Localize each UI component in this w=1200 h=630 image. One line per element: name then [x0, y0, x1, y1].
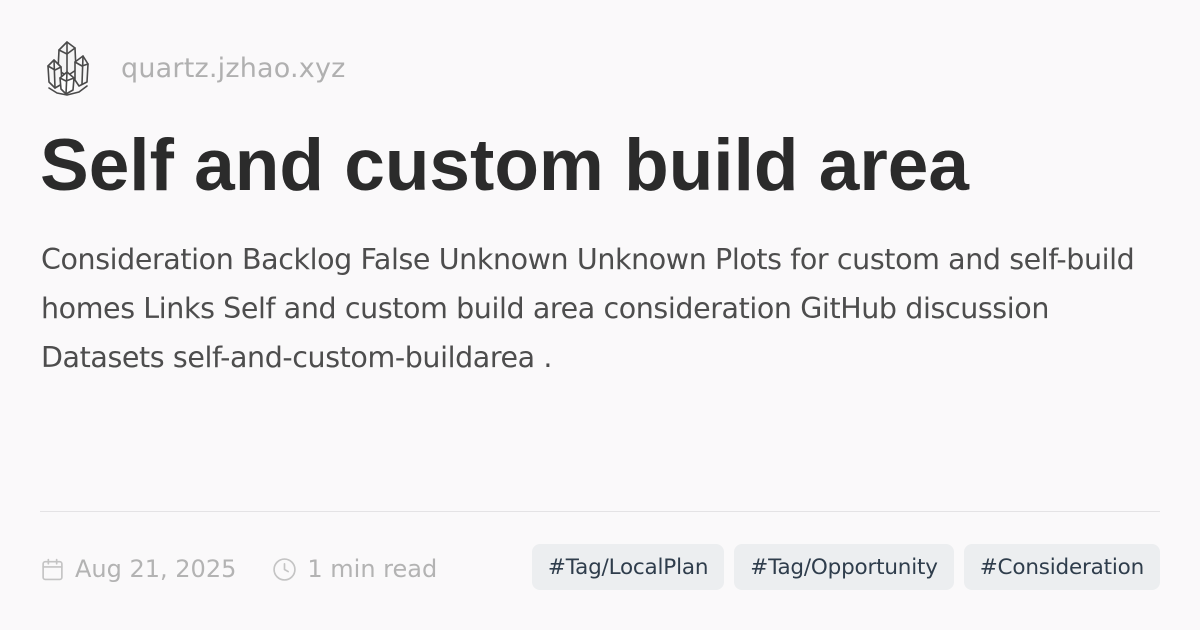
divider	[40, 511, 1160, 512]
page-title: Self and custom build area	[40, 125, 969, 206]
page-meta: Aug 21, 2025 1 min read	[40, 550, 473, 588]
tag-chip[interactable]: #Tag/LocalPlan	[531, 544, 725, 590]
site-header: quartz.jzhao.xyz	[45, 40, 346, 96]
og-card: quartz.jzhao.xyz Self and custom build a…	[0, 0, 1200, 630]
tag-chip[interactable]: #Tag/Opportunity	[734, 544, 954, 590]
crystal-cluster-icon	[47, 41, 89, 96]
reading-time: 1 min read	[307, 555, 438, 583]
publish-date: Aug 21, 2025	[75, 555, 237, 583]
reading-time-meta: 1 min read	[272, 555, 437, 583]
tag-list: #Tag/LocalPlan #Tag/Opportunity #Conside…	[531, 544, 1160, 590]
calendar-icon	[42, 558, 63, 580]
page-description: Consideration Backlog False Unknown Unkn…	[41, 243, 1135, 374]
site-name[interactable]: quartz.jzhao.xyz	[121, 53, 346, 84]
date-meta: Aug 21, 2025	[40, 555, 236, 583]
clock-icon	[273, 557, 297, 581]
tag-chip[interactable]: #Consideration	[963, 544, 1160, 590]
